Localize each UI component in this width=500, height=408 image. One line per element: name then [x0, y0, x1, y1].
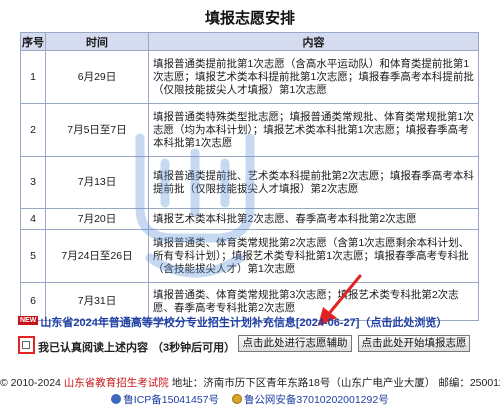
table-row: 1 6月29日 填报普通类提前批第1次志愿（含高水平运动队）和体育类提前批第1次…	[20, 50, 479, 104]
footer-info: © 2010-2024 山东省教育招生考试院 地址：济南市历下区青年东路18号（…	[0, 375, 500, 390]
police-badge-icon	[231, 394, 242, 404]
confirm-label: 我已认真阅读上述内容 （3秒钟后可用）	[38, 339, 235, 355]
icp-icon	[111, 394, 122, 404]
countdown-text: （3秒钟后可用）	[152, 342, 236, 354]
page-title: 填报志愿安排	[204, 10, 295, 27]
row-content: 填报艺术类本科批第2次志愿、春季高考本科批第2次志愿	[148, 208, 479, 230]
row-time: 7月20日	[45, 208, 149, 230]
police-link[interactable]: 鲁公网安备37010202001292号	[244, 394, 389, 406]
row-no: 2	[20, 103, 46, 157]
column-header-no: 序号	[20, 32, 46, 51]
row-no: 3	[20, 156, 46, 209]
table-row: 4 7月20日 填报艺术类本科批第2次志愿、春季高考本科批第2次志愿	[20, 208, 479, 230]
row-no: 5	[20, 229, 46, 283]
column-header-time: 时间	[45, 32, 149, 51]
row-time: 6月29日	[45, 50, 149, 104]
org-link[interactable]: 山东省教育招生考试院	[64, 377, 169, 389]
schedule-table: 序号 时间 内容 1 6月29日 填报普通类提前批第1次志愿（含高水平运动队）和…	[20, 32, 479, 321]
notice-link[interactable]: NEW 山东省2024年普通高等学校分专业招生计划补充信息[2024-06-27]…	[18, 314, 447, 330]
row-time: 7月13日	[45, 156, 149, 209]
icp-link[interactable]: 鲁ICP备15041457号	[123, 394, 219, 406]
confirm-checkbox[interactable]	[22, 341, 30, 349]
row-content: 填报普通类提前批、艺术类本科提前批第2次志愿；填报春季高考本科提前批（仅限技能拔…	[148, 156, 479, 209]
plan-info-link[interactable]: 山东省2024年普通高等学校分专业招生计划补充信息[2024-06-27]	[40, 317, 359, 329]
new-badge: NEW	[18, 316, 39, 325]
row-time: 7月5日至7日	[45, 103, 149, 157]
table-row: 3 7月13日 填报普通类提前批、艺术类本科提前批第2次志愿；填报春季高考本科提…	[20, 156, 479, 209]
row-no: 4	[20, 208, 46, 230]
table-header-row: 序号 时间 内容	[20, 32, 479, 51]
table-row: 2 7月5日至7日 填报普通类特殊类型批志愿；填报普通类常规批、体育类常规批第1…	[20, 103, 479, 157]
postcode-text: 邮编：250011	[438, 377, 500, 389]
row-time: 7月24日至26日	[45, 229, 149, 283]
address-text: 地址：济南市历下区青年东路18号（山东广电产业大厦）	[171, 377, 436, 389]
row-content: 填报普通类、体育类常规批第2次志愿（含第1次志愿剩余本科计划、所有专科计划）；填…	[148, 229, 479, 283]
start-filling-button[interactable]: 点击此处开始填报志愿	[358, 335, 470, 352]
table-row: 5 7月24日至26日 填报普通类、体育类常规批第2次志愿（含第1次志愿剩余本科…	[20, 229, 479, 283]
row-content: 填报普通类提前批第1次志愿（含高水平运动队）和体育类提前批第1次志愿；填报艺术类…	[148, 50, 479, 104]
footer-registration: 鲁ICP备15041457号 鲁公网安备37010202001292号	[0, 392, 500, 407]
column-header-content: 内容	[148, 32, 479, 51]
row-content: 填报普通类特殊类型批志愿；填报普通类常规批、体育类常规批第1次志愿（均为本科计划…	[148, 103, 479, 157]
confirm-text: 我已认真阅读上述内容	[38, 342, 148, 354]
copyright-text: © 2010-2024	[0, 377, 61, 389]
row-no: 1	[20, 50, 46, 104]
assist-button[interactable]: 点击此处进行志愿辅助	[238, 335, 352, 352]
click-hint[interactable]: （点击此处浏览）	[359, 317, 447, 329]
